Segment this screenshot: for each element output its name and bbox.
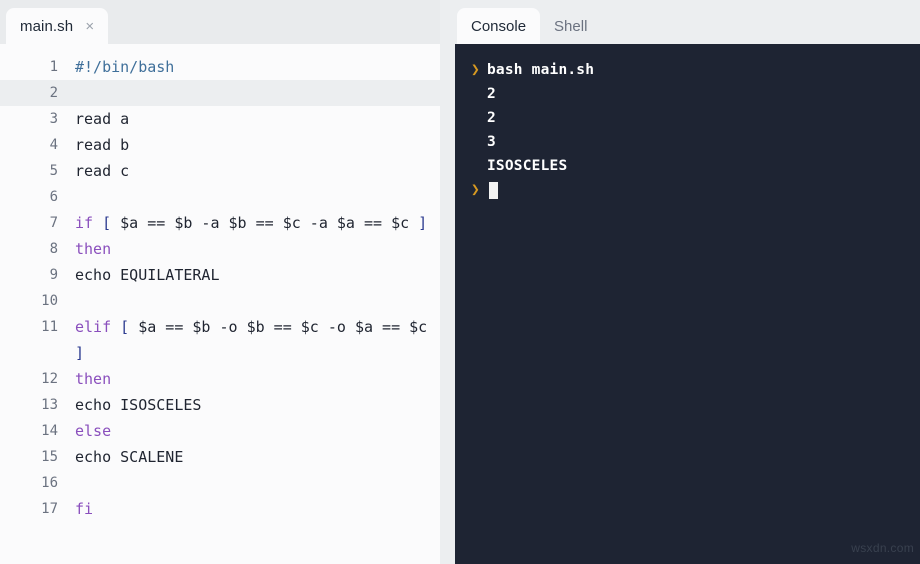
code-line-text: #!/bin/bash xyxy=(58,54,440,80)
line-number: 17 xyxy=(41,501,58,517)
console-line-text: 2 xyxy=(487,86,496,102)
code-token-kw: elif xyxy=(75,318,121,336)
code-token-bracket: ] xyxy=(418,214,428,232)
code-line[interactable]: 17 fi xyxy=(0,496,440,522)
close-icon[interactable]: × xyxy=(83,19,96,34)
line-number: 10 xyxy=(41,293,58,309)
line-number: 6 xyxy=(49,189,58,205)
console-tab-shell[interactable]: Shell xyxy=(540,8,601,44)
code-token-plain: read b xyxy=(75,136,130,154)
editor-body[interactable]: 1 #!/bin/bash 2 3 read a 4 read b 5 read c6 7 if… xyxy=(0,44,455,564)
code-token-kw: then xyxy=(75,240,112,258)
line-number: 11 xyxy=(41,319,58,335)
code-line[interactable]: 16 xyxy=(0,470,440,496)
terminal-cursor xyxy=(489,181,498,199)
editor-tab-main-sh[interactable]: main.sh × xyxy=(6,8,109,44)
code-line-text xyxy=(58,470,440,496)
code-line[interactable]: 11 elif [ $a == $b -o $b == $c -o $a == $… xyxy=(0,314,440,366)
console-tab-console[interactable]: Console xyxy=(457,8,541,44)
code-line-text: fi xyxy=(58,496,440,522)
watermark: wsxdn.com xyxy=(851,541,914,555)
console-output-line: 3 xyxy=(455,130,920,154)
code-line-text xyxy=(58,184,440,210)
line-number: 8 xyxy=(49,241,58,257)
prompt-chevron-icon: ❯ xyxy=(471,62,480,78)
code-line[interactable]: 15 echo SCALENE xyxy=(0,444,440,470)
console-line-text: 2 xyxy=(487,110,496,126)
code-editor[interactable]: 1 #!/bin/bash 2 3 read a 4 read b 5 read c6 7 if… xyxy=(0,44,440,564)
console-output-line: 2 xyxy=(455,82,920,106)
line-number: 7 xyxy=(49,215,58,231)
code-line[interactable]: 8 then xyxy=(0,236,440,262)
code-token-kw: else xyxy=(75,422,112,440)
console-output[interactable]: ❯ bash main.sh 2 2 3 ISOSCELES ❯ wsxdn.com xyxy=(455,44,920,564)
code-token-plain: echo SCALENE xyxy=(75,448,184,466)
code-token-plain: read a xyxy=(75,110,130,128)
code-line-text xyxy=(58,80,440,106)
code-token-plain: read c xyxy=(75,162,130,180)
code-line-text: else xyxy=(58,418,440,444)
code-token-plain: $a == $b -o $b == $c -o $a == $c xyxy=(129,318,437,336)
code-line-text: read b xyxy=(58,132,440,158)
code-token-kw: if xyxy=(75,214,103,232)
code-line[interactable]: 3 read a xyxy=(0,106,440,132)
console-tabbar: Console Shell xyxy=(455,0,920,44)
code-token-plain: echo EQUILATERAL xyxy=(75,266,220,284)
code-line[interactable]: 12 then xyxy=(0,366,440,392)
code-line[interactable]: 1 #!/bin/bash xyxy=(0,54,440,80)
code-token-bracket: [ xyxy=(102,214,112,232)
prompt-chevron-icon: ❯ xyxy=(471,182,480,198)
console-pane: Console Shell ❯ bash main.sh 2 2 3 ISOSCELES ❯ w… xyxy=(455,0,920,564)
code-line-text: echo ISOSCELES xyxy=(58,392,440,418)
line-number: 5 xyxy=(49,163,58,179)
line-number: 12 xyxy=(41,371,58,387)
line-number: 9 xyxy=(49,267,58,283)
code-line-text xyxy=(58,288,440,314)
console-prompt-line: ❯ xyxy=(455,178,920,202)
code-line-text: then xyxy=(58,236,440,262)
code-line-text: then xyxy=(58,366,440,392)
console-line-text: bash main.sh xyxy=(487,62,595,78)
console-line-text: 3 xyxy=(487,134,496,150)
code-token-kw: then xyxy=(75,370,112,388)
code-token-bracket: [ xyxy=(120,318,130,336)
code-token-plain: $a == $b -a $b == $c -a $a == $c xyxy=(111,214,419,232)
code-token-shebang: #!/bin/bash xyxy=(75,58,175,76)
code-line[interactable]: 4 read b xyxy=(0,132,440,158)
line-number: 15 xyxy=(41,449,58,465)
code-line[interactable]: 7 if [ $a == $b -a $b == $c -a $a == $c ] xyxy=(0,210,440,236)
code-line[interactable]: 9 echo EQUILATERAL xyxy=(0,262,440,288)
line-number: 14 xyxy=(41,423,58,439)
line-number: 13 xyxy=(41,397,58,413)
line-number: 4 xyxy=(49,137,58,153)
code-token-plain: echo ISOSCELES xyxy=(75,396,202,414)
code-line-text: if [ $a == $b -a $b == $c -a $a == $c ] xyxy=(58,210,440,236)
line-number: 16 xyxy=(41,475,58,491)
editor-pane: main.sh × 1 #!/bin/bash 2 3 read a 4 read b 5 r… xyxy=(0,0,455,564)
code-line[interactable]: 14 else xyxy=(0,418,440,444)
console-line-text: ISOSCELES xyxy=(487,158,568,174)
code-line-text: elif [ $a == $b -o $b == $c -o $a == $c … xyxy=(58,314,440,366)
code-line[interactable]: 2 xyxy=(0,80,440,106)
line-number: 3 xyxy=(49,111,58,127)
console-prompt-line: ❯ bash main.sh xyxy=(455,58,920,82)
pane-splitter[interactable] xyxy=(440,0,455,564)
code-line[interactable]: 6 xyxy=(0,184,440,210)
code-line-text: echo SCALENE xyxy=(58,444,440,470)
line-number: 1 xyxy=(49,59,58,75)
editor-tabbar: main.sh × xyxy=(0,0,455,44)
console-output-line: 2 xyxy=(455,106,920,130)
code-line-text: echo EQUILATERAL xyxy=(58,262,440,288)
line-number: 2 xyxy=(49,85,58,101)
editor-tab-label: main.sh xyxy=(20,17,74,35)
ide-window: main.sh × 1 #!/bin/bash 2 3 read a 4 read b 5 r… xyxy=(0,0,920,564)
code-line-text: read a xyxy=(58,106,440,132)
console-output-line: ISOSCELES xyxy=(455,154,920,178)
code-line[interactable]: 13 echo ISOSCELES xyxy=(0,392,440,418)
code-line-text: read c xyxy=(58,158,440,184)
code-token-bracket: ] xyxy=(75,344,85,362)
code-line[interactable]: 5 read c xyxy=(0,158,440,184)
code-line[interactable]: 10 xyxy=(0,288,440,314)
code-token-kw: fi xyxy=(75,500,94,518)
